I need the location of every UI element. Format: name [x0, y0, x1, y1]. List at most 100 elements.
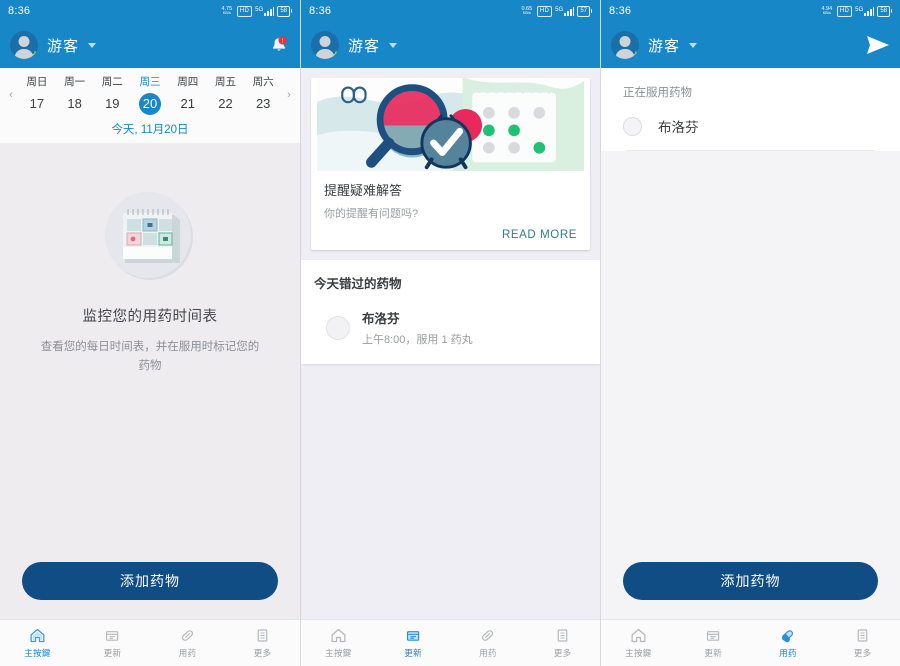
- nav-item-home[interactable]: 主按鍵: [601, 627, 676, 659]
- status-time: 8:36: [609, 5, 632, 17]
- profile-switcher[interactable]: 游客: [10, 31, 97, 59]
- nav-label-updates: 更新: [704, 648, 722, 658]
- card-subtitle: 你的提醒有问题吗?: [324, 208, 419, 220]
- add-medication-button[interactable]: 添加药物: [22, 562, 278, 600]
- nav-item-home[interactable]: 主按鍵: [0, 627, 75, 659]
- star-badge-icon: [331, 50, 339, 59]
- calendar-day-2[interactable]: 周二 19: [93, 74, 131, 115]
- medications-empty-space: [601, 151, 900, 562]
- network-speed-indicator: 0.65 KB/s: [522, 6, 533, 15]
- calendar-today-label: 今天, 11月20日: [111, 124, 189, 136]
- calendar-dow: 周五: [214, 76, 236, 88]
- bottom-area: 主按鍵 更新 用药 更多: [301, 619, 600, 666]
- signal-bars-icon: [564, 6, 575, 16]
- status-bar: 8:36 0.65 KB/s HD 5G 57: [301, 0, 600, 22]
- nav-item-medication[interactable]: 用药: [751, 627, 826, 659]
- nav-item-updates[interactable]: 更新: [376, 627, 451, 659]
- hd-icon: HD: [836, 5, 853, 17]
- chevron-down-icon[interactable]: [88, 42, 97, 48]
- status-time: 8:36: [8, 5, 31, 17]
- calendar-prev-button[interactable]: ‹: [4, 89, 18, 101]
- avatar[interactable]: [10, 31, 38, 59]
- signal-bars-icon: [864, 6, 875, 16]
- hd-icon: HD: [536, 5, 553, 17]
- app-bar: 游客: [0, 22, 300, 68]
- nav-label-medication: 用药: [479, 648, 497, 658]
- bottom-area: 添加药物 主按鍵 更新 用药 更多: [601, 562, 900, 666]
- nav-item-more[interactable]: 更多: [225, 627, 300, 659]
- nav-item-more[interactable]: 更多: [825, 627, 900, 659]
- nav-label-home: 主按鍵: [24, 648, 51, 658]
- updates-scroll-area: 提醒疑难解答 你的提醒有问题吗? READ MORE 今天错过的药物 布洛芬 上…: [301, 68, 600, 619]
- network-speed-unit: KB/s: [522, 11, 532, 16]
- home-icon: [330, 627, 347, 644]
- notification-bell-button[interactable]: [268, 34, 290, 56]
- more-list-icon: [254, 627, 271, 644]
- signal-icon: 5G: [855, 6, 875, 16]
- avatar[interactable]: [311, 31, 339, 59]
- nav-label-medication: 用药: [178, 648, 197, 658]
- calendar-week-row: ‹ 周日 17 周一 18 周二 19 周三 20 周四 21 周五 22 周六…: [0, 74, 300, 115]
- chevron-down-icon[interactable]: [689, 42, 698, 48]
- medication-checkbox[interactable]: [623, 116, 642, 136]
- medication-name: 布洛芬: [362, 312, 400, 326]
- calendar-day-4[interactable]: 周四 21: [169, 74, 207, 115]
- nav-item-more[interactable]: 更多: [525, 627, 600, 659]
- chevron-down-icon[interactable]: [389, 42, 398, 48]
- send-icon[interactable]: [866, 35, 890, 55]
- signal-icon: 5G: [555, 6, 575, 16]
- bottom-navigation: 主按鍵 更新 用药 更多: [601, 619, 900, 666]
- app-bar: 游客: [301, 22, 600, 68]
- pill-icon: [479, 627, 496, 644]
- cta-wrapper: 添加药物: [601, 562, 900, 619]
- medication-name: 布洛芬: [658, 120, 699, 135]
- profile-switcher[interactable]: 游客: [311, 31, 398, 59]
- nav-item-medication[interactable]: 用药: [451, 627, 526, 659]
- avatar[interactable]: [611, 31, 639, 59]
- news-icon: [705, 627, 722, 644]
- add-medication-button[interactable]: 添加药物: [623, 562, 878, 600]
- calendar-dow: 周六: [252, 76, 274, 88]
- profile-name: 游客: [648, 37, 681, 55]
- phone-screen-home: 8:36 4.75 KB/s HD 5G 58 游客 ‹ 周日 17 周一 18…: [0, 0, 300, 666]
- card-actions: READ MORE: [311, 225, 590, 250]
- read-more-link[interactable]: READ MORE: [502, 229, 577, 241]
- network-speed-unit: KB/s: [822, 11, 832, 16]
- phone-screen-updates: 8:36 0.65 KB/s HD 5G 57 游客 提醒疑难解答 你的提醒有问…: [300, 0, 600, 666]
- network-type-label: 5G: [855, 6, 864, 13]
- calendar-date: 18: [67, 96, 82, 111]
- nav-item-medication[interactable]: 用药: [150, 627, 225, 659]
- profile-name: 游客: [348, 37, 381, 55]
- calendar-day-6[interactable]: 周六 23: [244, 74, 282, 115]
- medication-checkbox[interactable]: [326, 315, 350, 340]
- list-item[interactable]: 布洛芬 上午8:00，服用 1 药丸: [314, 308, 587, 347]
- troubleshooting-card[interactable]: 提醒疑难解答 你的提醒有问题吗? READ MORE: [311, 78, 590, 250]
- nav-item-home[interactable]: 主按鍵: [301, 627, 376, 659]
- magnifier-clock-calendar-illustration: [317, 78, 584, 171]
- calendar-date: 19: [105, 96, 120, 111]
- app-bar: 游客: [601, 22, 900, 68]
- nav-item-updates[interactable]: 更新: [676, 627, 751, 659]
- phone-screen-medications: 8:36 4.94 KB/s HD 5G 58 游客 正在服用药物 布洛芬 添加…: [600, 0, 900, 666]
- calendar-day-1[interactable]: 周一 18: [56, 74, 94, 115]
- calendar-day-5[interactable]: 周五 22: [207, 74, 245, 115]
- calendar-day-3-selected[interactable]: 周三 20: [131, 74, 169, 115]
- status-bar: 8:36 4.94 KB/s HD 5G 58: [601, 0, 900, 22]
- nav-item-updates[interactable]: 更新: [75, 627, 150, 659]
- empty-state-subtitle: 查看您的每日时间表，并在服用时标记您的药物: [40, 341, 260, 372]
- empty-state: 监控您的用药时间表 查看您的每日时间表，并在服用时标记您的药物: [0, 143, 300, 562]
- nav-label-more: 更多: [253, 648, 272, 658]
- star-badge-icon: [30, 50, 38, 59]
- status-icons: 0.65 KB/s HD 5G 57: [520, 5, 592, 17]
- notification-bell-icon: [272, 36, 287, 51]
- network-speed-indicator: 4.94 KB/s: [822, 6, 833, 15]
- network-type-label: 5G: [555, 6, 564, 13]
- list-item[interactable]: 布洛芬: [601, 100, 900, 150]
- app-bar-actions: [866, 35, 890, 55]
- calendar-next-button[interactable]: ›: [282, 89, 296, 101]
- calendar-day-0[interactable]: 周日 17: [18, 74, 56, 115]
- profile-switcher[interactable]: 游客: [611, 31, 698, 59]
- current-medications-title: 正在服用药物: [623, 87, 692, 99]
- calendar-date: 23: [255, 96, 271, 111]
- medication-info: 布洛芬 上午8:00，服用 1 药丸: [362, 308, 473, 347]
